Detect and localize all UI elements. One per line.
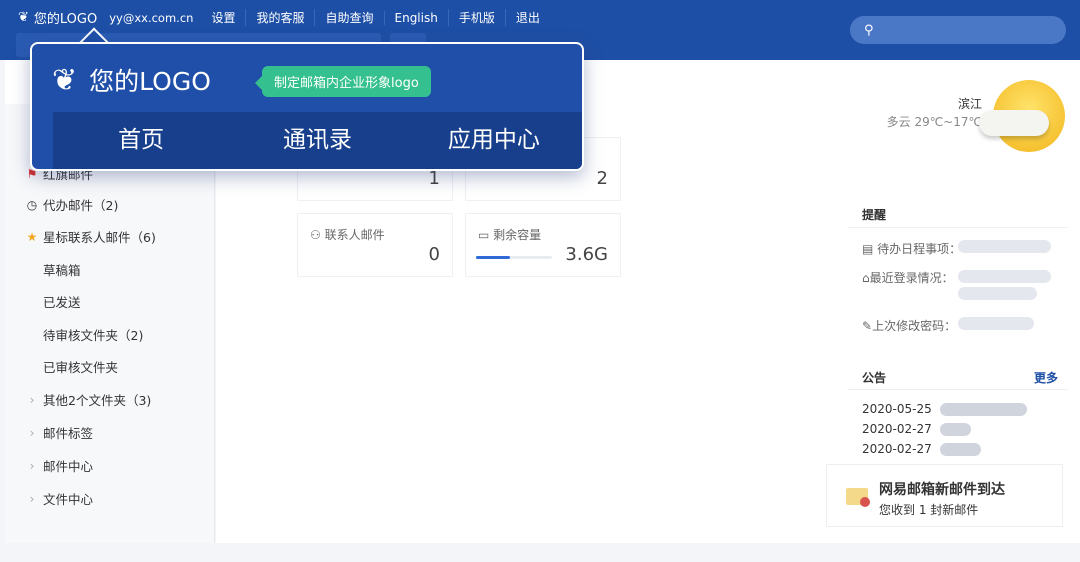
weather-city: 滨江 — [957, 97, 982, 111]
logout-link[interactable]: 退出 — [504, 9, 550, 26]
sidebar-item-sent[interactable]: 已发送 — [43, 292, 81, 311]
tulip-logo-icon: ❦ — [52, 62, 78, 98]
header-logo[interactable]: ❦ 您的LOGO — [18, 8, 97, 27]
logo-tip: 制定邮箱内企业形象logo — [255, 66, 431, 97]
sidebar-item-mail-tags[interactable]: › 邮件标签 — [25, 423, 93, 442]
clock-icon: ◷ — [26, 197, 38, 212]
sidebar-item-other-folders[interactable]: › 其他2个文件夹（3) — [25, 390, 152, 409]
sidebar-item-mail-center[interactable]: › 邮件中心 — [25, 456, 93, 475]
announcement-date[interactable]: 2020-05-25 — [862, 402, 932, 416]
english-link[interactable]: English — [383, 10, 448, 25]
logo-popup: ❦ 您的LOGO 制定邮箱内企业形象logo 首页 通讯录 应用中心 — [30, 42, 584, 171]
reminder-schedule[interactable]: ▤ 待办日程事项： — [862, 240, 961, 257]
storage-card[interactable]: ▭ 剩余容量 3.6G — [465, 213, 621, 277]
announcements-title: 公告 — [862, 371, 887, 385]
sidebar-item-file-center[interactable]: › 文件中心 — [25, 489, 93, 508]
reminder-login[interactable]: ⌂最近登录情况： — [862, 269, 954, 286]
contacts-icon: ⚇ — [310, 228, 325, 242]
sidebar-item-pending-review[interactable]: 待审核文件夹（2) — [43, 325, 143, 344]
home-icon: ⌂ — [862, 271, 870, 285]
folder-icon: ▭ — [478, 228, 494, 242]
weather-desc: 多云 29℃~17℃ — [886, 115, 982, 129]
calendar-icon: ▤ — [862, 242, 878, 256]
sidebar-item-reviewed[interactable]: 已审核文件夹 — [43, 357, 118, 376]
sidebar-item-drafts[interactable]: 草稿箱 — [43, 260, 81, 279]
search-icon: ⚲ — [864, 22, 874, 38]
cloudy-weather-icon — [979, 80, 1065, 152]
new-mail-notification[interactable]: 网易邮箱新邮件到达 您收到 1 封新邮件 — [826, 464, 1063, 527]
user-email: yy@xx.com.cn — [109, 10, 194, 25]
search-input[interactable]: ⚲ — [850, 16, 1066, 44]
popup-nav: 首页 通讯录 应用中心 — [53, 112, 582, 169]
tab-contacts[interactable]: 通讯录 — [229, 112, 405, 169]
more-link[interactable]: 更多 — [1034, 369, 1058, 386]
sidebar-item-starred[interactable]: ★ 星标联系人邮件（6) — [25, 227, 156, 246]
tulip-logo-icon: ❦ — [18, 10, 29, 25]
star-icon: ★ — [26, 229, 38, 244]
chevron-right-icon: › — [29, 425, 35, 440]
chevron-right-icon: › — [29, 491, 35, 506]
customer-service-link[interactable]: 我的客服 — [245, 9, 314, 26]
storage-progress — [476, 256, 552, 259]
popup-logo: ❦ 您的LOGO — [52, 62, 211, 98]
contacts-mail-card[interactable]: ⚇ 联系人邮件 0 — [297, 213, 453, 277]
mail-folder-icon — [846, 488, 870, 507]
settings-link[interactable]: 设置 — [201, 9, 245, 26]
self-service-link[interactable]: 自助查询 — [314, 9, 383, 26]
tab-home[interactable]: 首页 — [53, 112, 229, 169]
mobile-link[interactable]: 手机版 — [447, 9, 505, 26]
reminders-title: 提醒 — [862, 208, 887, 222]
edit-icon: ✎ — [862, 319, 873, 333]
announcement-date[interactable]: 2020-02-27 — [862, 442, 932, 456]
reminder-password[interactable]: ✎上次修改密码： — [862, 317, 956, 334]
announcement-date[interactable]: 2020-02-27 — [862, 422, 932, 436]
top-nav: ❦ 您的LOGO yy@xx.com.cn 设置 我的客服 自助查询 Englis… — [18, 8, 550, 27]
tab-app-center[interactable]: 应用中心 — [406, 112, 582, 169]
chevron-right-icon: › — [29, 458, 35, 473]
chevron-right-icon: › — [29, 392, 35, 407]
sidebar-item-todo[interactable]: ◷ 代办邮件（2) — [25, 195, 119, 214]
